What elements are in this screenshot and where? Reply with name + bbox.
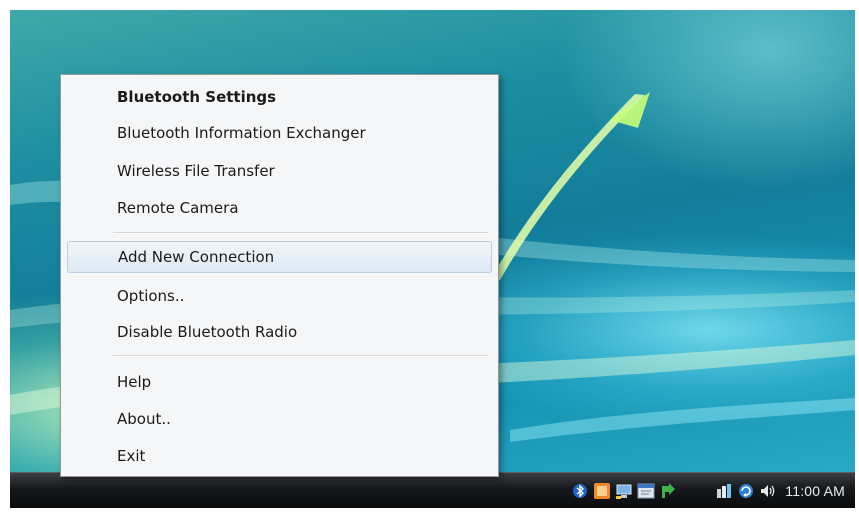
menu-item-about[interactable]: About.. — [67, 403, 492, 435]
menu-item-wireless-file-transfer[interactable]: Wireless File Transfer — [67, 155, 492, 187]
bluetooth-icon[interactable] — [571, 482, 589, 500]
network-connection-icon[interactable] — [715, 482, 733, 500]
network-monitor-icon[interactable] — [615, 482, 633, 500]
taskbar: 11:00 AM — [10, 472, 855, 508]
menu-separator — [113, 355, 488, 357]
menu-item-help[interactable]: Help — [67, 366, 492, 398]
menu-item-options[interactable]: Options.. — [67, 280, 492, 312]
taskbar-clock[interactable]: 11:00 AM — [785, 483, 845, 499]
system-tray: 11:00 AM — [569, 473, 849, 508]
bluetooth-context-menu: Bluetooth Settings Bluetooth Information… — [60, 74, 499, 477]
orange-app-icon[interactable] — [593, 482, 611, 500]
screenshot-frame: 11:00 AM Bluetooth Settings Bluetooth In… — [10, 10, 855, 508]
green-arrow-icon[interactable] — [659, 482, 677, 500]
windows-update-icon[interactable] — [737, 482, 755, 500]
menu-item-remote-camera[interactable]: Remote Camera — [67, 192, 492, 224]
message-window-icon[interactable] — [637, 482, 655, 500]
menu-item-exit[interactable]: Exit — [67, 440, 492, 472]
speaker-icon[interactable] — [759, 482, 777, 500]
menu-item-bluetooth-settings[interactable]: Bluetooth Settings — [67, 81, 492, 113]
menu-separator — [113, 232, 488, 234]
menu-item-add-new-connection[interactable]: Add New Connection — [67, 241, 492, 273]
menu-item-disable-bluetooth-radio[interactable]: Disable Bluetooth Radio — [67, 316, 492, 348]
menu-item-bluetooth-information-exchanger[interactable]: Bluetooth Information Exchanger — [67, 117, 492, 149]
